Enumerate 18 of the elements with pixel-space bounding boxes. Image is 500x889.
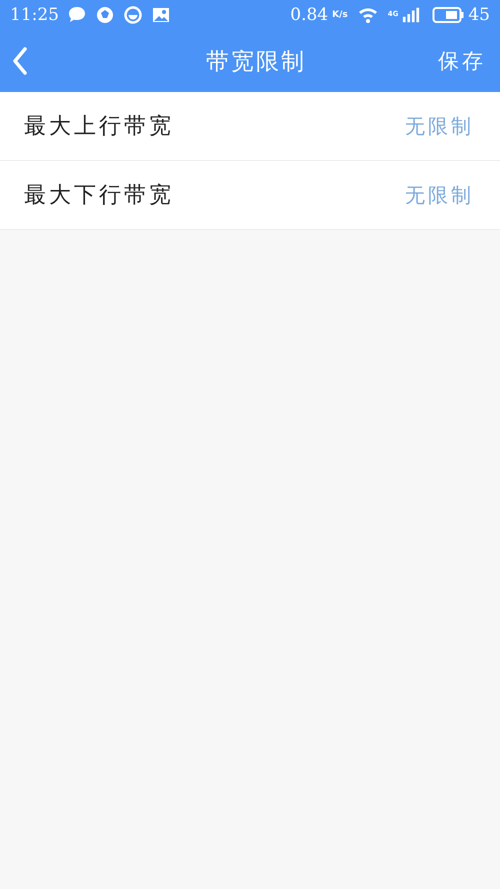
- settings-row[interactable]: 最大上行带宽 无限制: [0, 92, 500, 161]
- row-label: 最大下行带宽: [24, 182, 174, 210]
- image-icon: [151, 5, 171, 25]
- chevron-left-icon: [12, 47, 28, 75]
- row-value: 无限制: [405, 182, 474, 208]
- row-value: 无限制: [405, 112, 474, 140]
- clock: 11:25: [10, 5, 59, 25]
- signal-icon: [402, 6, 420, 24]
- network-speed: 0.84: [290, 5, 328, 25]
- circle-icon: [123, 5, 143, 25]
- speed-unit: K/s: [332, 10, 348, 20]
- chat-bubble-icon: [67, 5, 87, 25]
- settings-row[interactable]: 最大下行带宽 无限制: [0, 161, 500, 230]
- shutter-icon: [95, 5, 115, 25]
- page-title: 带宽限制: [206, 48, 306, 76]
- row-label: 最大上行带宽: [24, 113, 174, 141]
- battery-level: 45: [468, 5, 490, 25]
- battery-icon: [432, 6, 464, 24]
